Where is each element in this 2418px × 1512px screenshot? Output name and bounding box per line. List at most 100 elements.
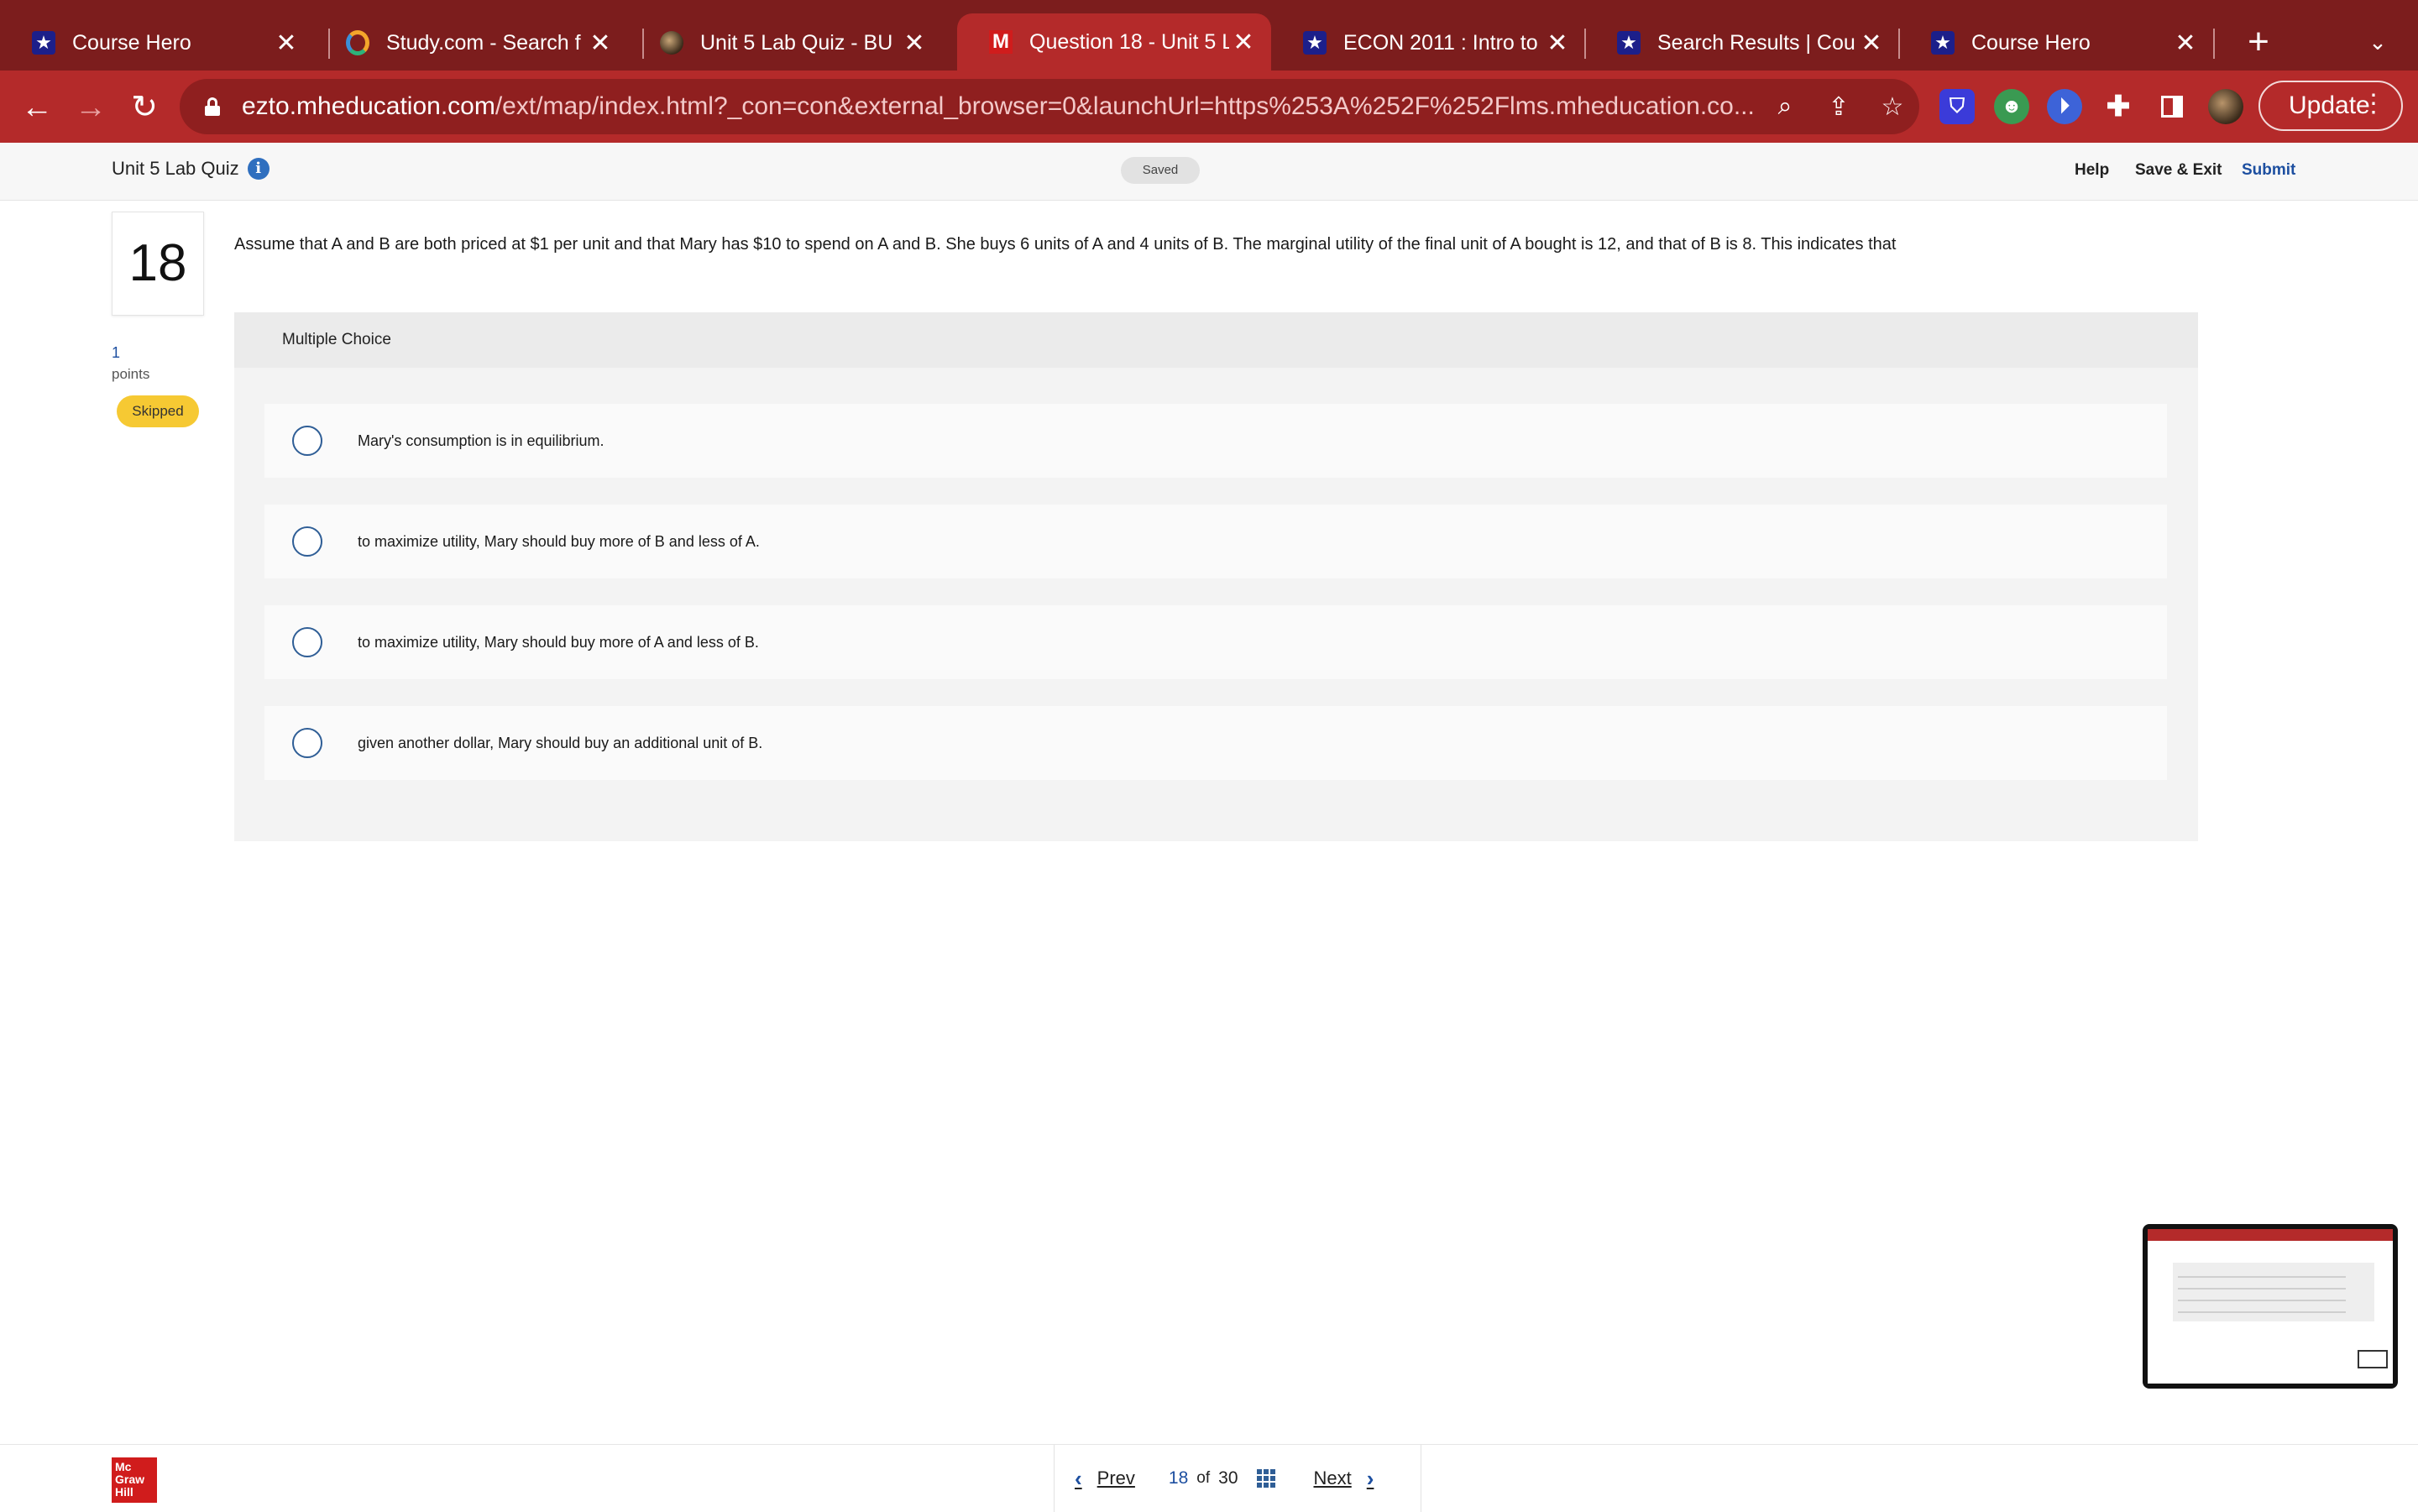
share-icon[interactable]: ⇪ — [1812, 92, 1866, 122]
tab-title: ECON 2011 : Intro to — [1343, 30, 1538, 55]
tab-separator — [2213, 29, 2215, 59]
answer-option-text: to maximize utility, Mary should buy mor… — [358, 633, 759, 651]
browser-tab[interactable]: Unit 5 Lab Quiz - BU ✕ — [628, 15, 942, 71]
url-path: /ext/map/index.html?_con=con&external_br… — [495, 92, 1755, 120]
mcgraw-hill-logo: Mc Graw Hill — [112, 1457, 157, 1503]
avatar-icon — [660, 31, 683, 55]
more-menu-icon[interactable]: ⋮ — [2361, 89, 2386, 118]
question-type-label: Multiple Choice — [282, 331, 391, 348]
close-icon[interactable]: ✕ — [272, 29, 301, 58]
bookmark-star-icon[interactable]: ☆ — [1866, 92, 1919, 122]
info-icon[interactable]: i — [247, 158, 270, 180]
quiz-footer: Mc Graw Hill ‹ Prev 18 of 30 Next › — [0, 1444, 2418, 1512]
close-icon[interactable]: ✕ — [1543, 29, 1572, 58]
browser-toolbar: ← → ↻ ezto.mheducation.com/ext/map/index… — [0, 71, 2418, 143]
puzzle-icon[interactable]: ✚ — [2101, 89, 2136, 124]
tab-title: Course Hero — [1971, 30, 2091, 55]
url-text[interactable]: ezto.mheducation.com/ext/map/index.html?… — [242, 92, 1758, 121]
extension-play-icon[interactable]: ⏵ — [2047, 89, 2082, 124]
total-pages: 30 — [1218, 1468, 1238, 1488]
minimap-viewport[interactable] — [2358, 1350, 2388, 1368]
tab-title: Search Results | Cou — [1657, 30, 1855, 55]
update-button[interactable]: Update ⋮ — [2258, 81, 2403, 131]
star-icon: ★ — [1617, 31, 1641, 55]
browser-tab[interactable]: ★ ECON 2011 : Intro to ✕ — [1271, 15, 1585, 71]
browser-tab[interactable]: ★ Search Results | Cou ✕ — [1585, 15, 1899, 71]
profile-avatar[interactable] — [2208, 89, 2243, 124]
star-icon: ★ — [32, 31, 55, 55]
answer-option[interactable]: given another dollar, Mary should buy an… — [264, 706, 2167, 780]
of-label: of — [1196, 1469, 1211, 1487]
answer-option-text: to maximize utility, Mary should buy mor… — [358, 532, 760, 550]
answer-option[interactable]: Mary's consumption is in equilibrium. — [264, 404, 2167, 478]
browser-tab[interactable]: ★ Course Hero ✕ — [1899, 15, 2213, 71]
question-pager: ‹ Prev 18 of 30 Next › — [1054, 1445, 1421, 1512]
update-label: Update — [2289, 92, 2370, 119]
minimap-line — [2178, 1276, 2346, 1278]
browser-tab-active[interactable]: M Question 18 - Unit 5 L ✕ — [957, 13, 1271, 71]
question-type-header: Multiple Choice — [234, 312, 2198, 368]
side-panel-icon[interactable] — [2154, 89, 2190, 124]
save-exit-button[interactable]: Save & Exit — [2135, 161, 2222, 180]
extension-robot-icon[interactable]: ☻ — [1994, 89, 2029, 124]
chevron-right-icon: › — [1366, 1465, 1374, 1491]
quiz-title-text: Unit 5 Lab Quiz — [112, 158, 239, 179]
browser-tab[interactable]: Study.com - Search f ✕ — [314, 15, 628, 71]
tab-title: Question 18 - Unit 5 L — [1029, 29, 1229, 54]
quiz-header: Unit 5 Lab Quiz i Saved Help Save & Exit… — [0, 143, 2418, 201]
minimap-header — [2148, 1229, 2393, 1241]
question-prompt: Assume that A and B are both priced at $… — [234, 235, 1897, 254]
points-value: 1 — [112, 344, 121, 361]
minimap-line — [2178, 1288, 2346, 1290]
current-page: 18 — [1168, 1468, 1189, 1488]
m-icon: M — [989, 30, 1013, 54]
answer-option-text: Mary's consumption is in equilibrium. — [358, 432, 604, 449]
chevron-down-icon[interactable]: ⌄ — [2356, 20, 2400, 64]
answer-option-text: given another dollar, Mary should buy an… — [358, 734, 763, 751]
radio-button[interactable] — [292, 526, 322, 557]
lock-icon — [205, 97, 220, 116]
saved-status-badge: Saved — [1121, 157, 1200, 184]
url-host: ezto.mheducation.com — [242, 92, 495, 120]
close-icon[interactable]: ✕ — [2171, 29, 2200, 58]
tab-title: Unit 5 Lab Quiz - BU — [700, 30, 893, 55]
submit-button[interactable]: Submit — [2242, 161, 2295, 180]
page-minimap[interactable] — [2143, 1224, 2398, 1389]
tab-title: Study.com - Search f — [386, 30, 581, 55]
radio-button[interactable] — [292, 426, 322, 456]
browser-tab-strip: ★ Course Hero ✕ Study.com - Search f ✕ U… — [0, 0, 2418, 71]
answer-panel: Multiple Choice Mary's consumption is in… — [234, 312, 2198, 841]
answer-option[interactable]: to maximize utility, Mary should buy mor… — [264, 605, 2167, 679]
minimap-line — [2178, 1300, 2346, 1301]
chevron-left-icon: ‹ — [1075, 1465, 1082, 1491]
close-icon[interactable]: ✕ — [1857, 29, 1886, 58]
prev-button[interactable]: ‹ Prev — [1075, 1466, 1135, 1492]
star-icon: ★ — [1931, 31, 1955, 55]
zoom-icon[interactable]: ⌕ — [1758, 92, 1812, 121]
page-indicator[interactable]: 18 of 30 — [1169, 1468, 1275, 1488]
close-icon[interactable]: ✕ — [586, 29, 615, 58]
radio-button[interactable] — [292, 627, 322, 657]
close-icon[interactable]: ✕ — [900, 29, 929, 58]
help-button[interactable]: Help — [2075, 161, 2109, 180]
new-tab-button[interactable]: + — [2233, 20, 2284, 64]
minimap-preview — [2148, 1229, 2393, 1384]
points-label: points — [112, 366, 150, 382]
tab-title: Course Hero — [72, 30, 191, 55]
extension-shield-icon[interactable]: ⛉ — [1939, 89, 1975, 124]
address-bar[interactable]: ezto.mheducation.com/ext/map/index.html?… — [180, 79, 1919, 134]
browser-tab[interactable]: ★ Course Hero ✕ — [0, 15, 314, 71]
minimap-line — [2178, 1311, 2346, 1313]
answer-option[interactable]: to maximize utility, Mary should buy mor… — [264, 505, 2167, 578]
back-arrow-icon[interactable]: ← — [17, 87, 57, 128]
grid-icon[interactable] — [1256, 1469, 1275, 1488]
star-icon: ★ — [1303, 31, 1327, 55]
next-label: Next — [1313, 1468, 1352, 1488]
radio-button[interactable] — [292, 728, 322, 758]
quiz-title: Unit 5 Lab Quiz i — [112, 158, 270, 180]
next-button[interactable]: Next › — [1314, 1466, 1374, 1492]
reload-icon[interactable]: ↻ — [124, 87, 165, 128]
forward-arrow-icon[interactable]: → — [71, 87, 111, 128]
close-icon[interactable]: ✕ — [1229, 28, 1258, 57]
status-badge: Skipped — [117, 395, 199, 427]
